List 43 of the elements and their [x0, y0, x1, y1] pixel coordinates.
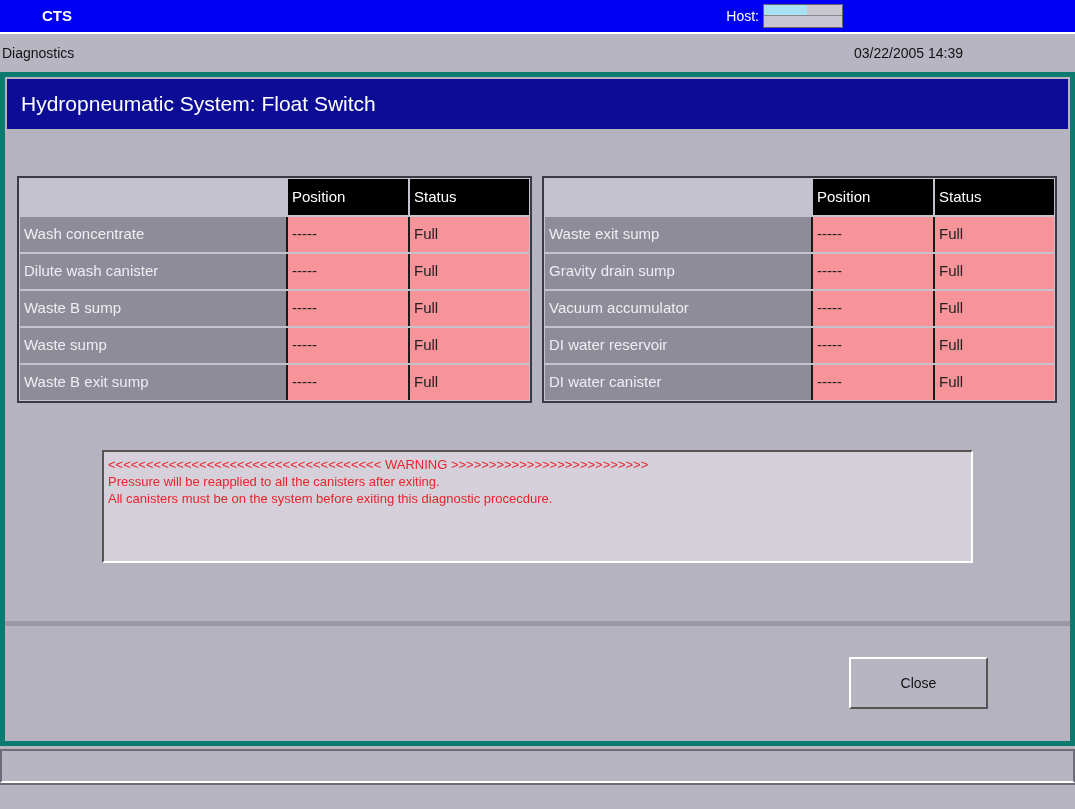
table-cell: Vacuum accumulator: [545, 291, 811, 326]
close-button[interactable]: Close: [849, 657, 988, 709]
table-cell: Waste B sump: [20, 291, 286, 326]
table-cell: DI water canister: [545, 365, 811, 400]
column-header: Status: [410, 179, 529, 215]
table-cell: -----: [288, 291, 408, 326]
section-label: Diagnostics: [2, 43, 75, 63]
table-cell: Dilute wash canister: [20, 254, 286, 289]
table-cell: -----: [288, 365, 408, 400]
table-cell: Full: [410, 254, 529, 289]
table-cell: -----: [813, 291, 933, 326]
warning-text: Pressure will be reapplied to all the canisters after exiting.: [108, 473, 441, 490]
table-cell: Full: [410, 217, 529, 252]
warning-text: All canisters must be on the system before exiting this diagnostic procecdure.: [108, 490, 554, 507]
table-cell: Full: [935, 217, 1054, 252]
warning-text: <<<<<<<<<<<<<<<<<<<<<<<<<<<<<<<<<<<< WARNING >>>>>>>>>>>>>>>>>>>>>>>>>>: [108, 456, 650, 473]
table-cell: Waste exit sump: [545, 217, 811, 252]
table-cell: Waste sump: [20, 328, 286, 363]
table-cell: DI water reservoir: [545, 328, 811, 363]
host-label: Host:: [726, 6, 759, 26]
table-cell: -----: [813, 328, 933, 363]
table-cell: Full: [935, 328, 1054, 363]
table-cell: Full: [935, 365, 1054, 400]
table-cell: -----: [813, 217, 933, 252]
table-cell: Full: [935, 254, 1054, 289]
table-cell: -----: [288, 254, 408, 289]
column-header: Status: [935, 179, 1054, 215]
panel-title: Hydropneumatic System: Float Switch: [21, 91, 376, 118]
table-cell: -----: [813, 254, 933, 289]
column-header: Position: [813, 179, 933, 215]
table-cell: -----: [288, 217, 408, 252]
table-cell: Full: [410, 365, 529, 400]
table-cell: Wash concentrate: [20, 217, 286, 252]
table-cell: Waste B exit sump: [20, 365, 286, 400]
table-cell: Gravity drain sump: [545, 254, 811, 289]
table-cell: -----: [813, 365, 933, 400]
date-time: 03/22/2005 14:39: [854, 43, 963, 63]
app-title: CTS: [42, 5, 72, 26]
column-header: Position: [288, 179, 408, 215]
table-cell: Full: [410, 291, 529, 326]
table-cell: Full: [935, 291, 1054, 326]
table-cell: Full: [410, 328, 529, 363]
table-cell: -----: [288, 328, 408, 363]
